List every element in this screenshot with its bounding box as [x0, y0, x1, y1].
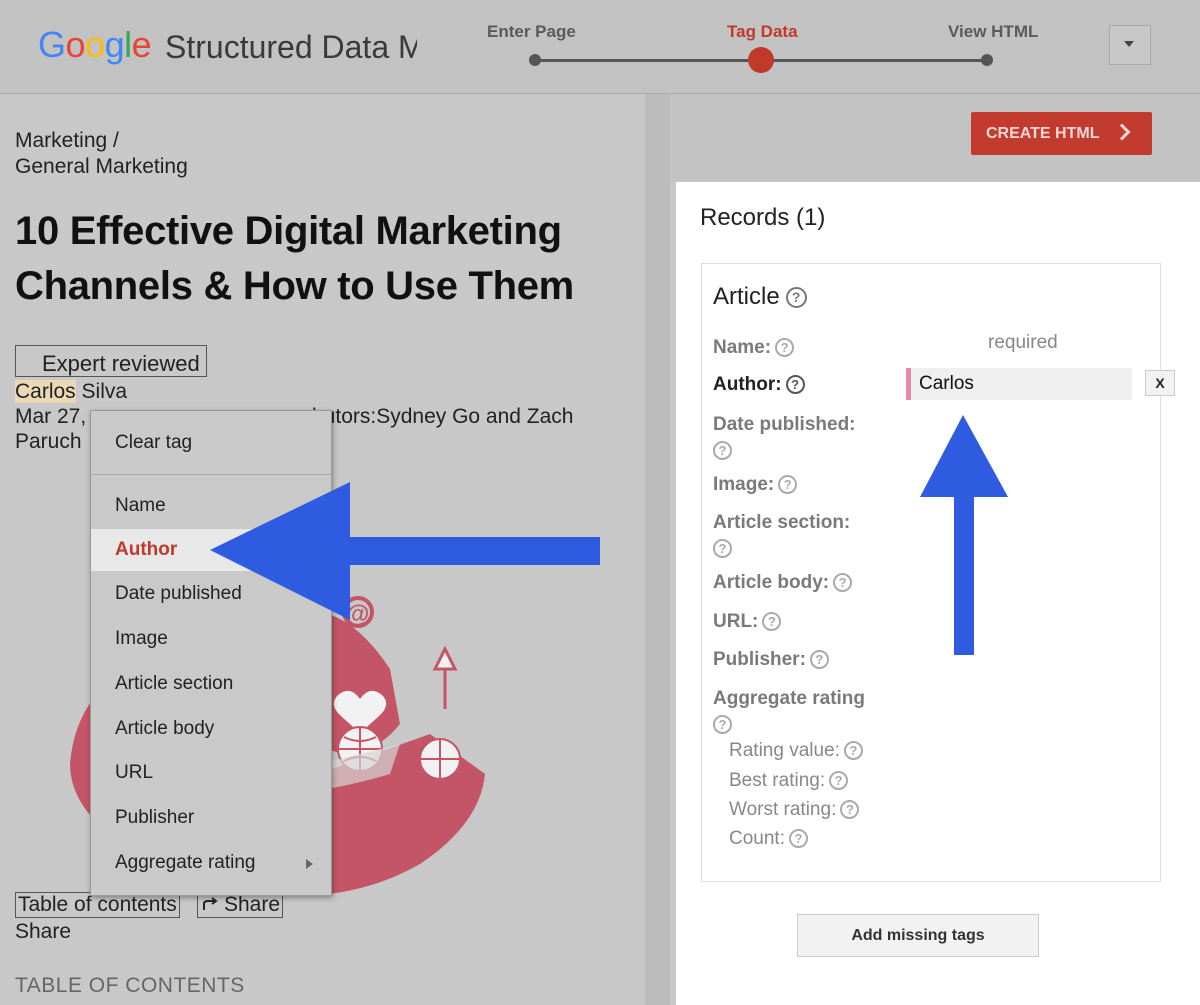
google-logo: Google: [38, 24, 152, 65]
step-enter-page[interactable]: Enter Page: [487, 22, 576, 42]
contributors-fragment[interactable]: butors:Sydney Go and Zach: [312, 404, 574, 430]
create-html-label: CREATE HTML: [986, 125, 1100, 142]
record-type-title: Article?: [713, 283, 807, 311]
share-icon: [203, 897, 218, 910]
step-tag-data[interactable]: Tag Data: [727, 22, 798, 42]
menu-date-published[interactable]: Date published: [91, 573, 331, 615]
field-image-label: Image:: [713, 474, 775, 495]
article-title-line1[interactable]: 10 Effective Digital Marketing: [15, 204, 645, 259]
field-article-section-label: Article section:: [713, 512, 851, 533]
menu-separator: [91, 474, 331, 475]
menu-clear-tag[interactable]: Clear tag: [91, 422, 331, 464]
options-dropdown[interactable]: [1109, 25, 1151, 65]
field-article-body: Article body:?: [713, 570, 853, 596]
tag-context-menu: Clear tag Name Author Date published Ima…: [90, 410, 332, 896]
field-date-published-label: Date published:: [713, 414, 856, 435]
help-icon[interactable]: ?: [809, 650, 829, 670]
field-rating-value-label: Rating value:: [729, 740, 840, 761]
help-icon[interactable]: ?: [762, 612, 782, 632]
field-url-label: URL:: [713, 611, 759, 632]
chevron-right-icon: [1113, 123, 1131, 141]
app-header: Google Structured Data Markup Helper Ent…: [0, 0, 1200, 94]
chevron-down-icon: [1124, 41, 1134, 47]
article-title[interactable]: 10 Effective Digital Marketing Channels …: [15, 204, 645, 314]
field-rating-value: Rating value:?: [729, 738, 863, 764]
field-publisher-label: Publisher:: [713, 649, 806, 670]
field-article-body-label: Article body:: [713, 572, 830, 593]
help-icon[interactable]: ?: [713, 539, 732, 559]
menu-article-body[interactable]: Article body: [91, 708, 331, 750]
step-progress: Enter Page Tag Data View HTML: [475, 20, 1055, 80]
field-date-published: Date published:?: [713, 412, 856, 464]
help-icon[interactable]: ?: [775, 338, 795, 358]
help-icon[interactable]: ?: [788, 829, 808, 849]
help-icon[interactable]: ?: [833, 573, 853, 593]
menu-image[interactable]: Image: [91, 618, 331, 660]
remove-author-button[interactable]: X: [1145, 370, 1175, 396]
author-byline[interactable]: Carlos Silva: [15, 379, 127, 405]
breadcrumb-marketing[interactable]: Marketing /: [15, 128, 188, 154]
menu-name[interactable]: Name: [91, 485, 331, 527]
share-button-label: Share: [224, 893, 281, 916]
menu-url[interactable]: URL: [91, 752, 331, 794]
field-author-label: Author:: [713, 374, 782, 395]
required-label: required: [988, 332, 1058, 353]
expert-reviewed-badge[interactable]: Expert reviewed: [15, 345, 207, 377]
field-count: Count:?: [729, 826, 808, 852]
help-icon[interactable]: ?: [785, 375, 805, 395]
record-type-label: Article: [713, 283, 780, 310]
field-count-label: Count:: [729, 828, 785, 849]
field-best-rating: Best rating:?: [729, 768, 849, 794]
field-aggregate-rating-label: Aggregate rating: [713, 688, 866, 709]
help-icon[interactable]: ?: [713, 441, 732, 461]
share-text: Share: [15, 920, 72, 943]
add-missing-tags-button[interactable]: Add missing tags: [797, 914, 1039, 957]
field-url: URL:?: [713, 609, 782, 635]
publish-date-fragment[interactable]: Mar 27,: [15, 404, 86, 430]
field-image: Image:?: [713, 472, 798, 498]
help-icon[interactable]: ?: [785, 287, 807, 309]
help-icon[interactable]: ?: [829, 771, 849, 791]
author-value[interactable]: Carlos: [906, 368, 1132, 400]
breadcrumb-general-marketing[interactable]: General Marketing: [15, 154, 188, 180]
step-dot-view-html[interactable]: [981, 54, 993, 66]
menu-author[interactable]: Author: [91, 529, 331, 571]
field-name: Name:?: [713, 335, 795, 361]
author-highlight[interactable]: Carlos: [15, 380, 76, 403]
field-worst-rating-label: Worst rating:: [729, 799, 837, 820]
menu-article-section[interactable]: Article section: [91, 663, 331, 705]
field-name-label: Name:: [713, 337, 772, 358]
svg-text:@: @: [346, 601, 369, 628]
help-icon[interactable]: ?: [713, 715, 732, 735]
help-icon[interactable]: ?: [840, 800, 860, 820]
toc-heading: TABLE OF CONTENTS: [15, 974, 245, 997]
field-worst-rating: Worst rating:?: [729, 797, 860, 823]
step-dot-enter-page[interactable]: [529, 54, 541, 66]
menu-publisher[interactable]: Publisher: [91, 797, 331, 839]
step-view-html[interactable]: View HTML: [948, 22, 1038, 42]
records-title: Records (1): [700, 204, 826, 231]
field-article-section: Article section:?: [713, 510, 850, 562]
submenu-arrow-icon: [306, 859, 313, 869]
menu-aggregate-rating[interactable]: Aggregate rating: [91, 842, 331, 884]
help-icon[interactable]: ?: [843, 741, 863, 761]
field-aggregate-rating: Aggregate rating?: [713, 686, 865, 738]
product-name: Structured Data Markup Helper: [165, 29, 417, 65]
field-author: Author:?: [713, 372, 805, 398]
step-dot-tag-data[interactable]: [748, 47, 774, 73]
author-last-name[interactable]: Silva: [76, 380, 128, 403]
field-publisher: Publisher:?: [713, 647, 829, 673]
menu-aggregate-rating-label: Aggregate rating: [115, 852, 256, 873]
panel-divider: [645, 94, 670, 1005]
article-title-line2[interactable]: Channels & How to Use Them: [15, 259, 645, 314]
create-html-button[interactable]: CREATE HTML: [971, 112, 1152, 155]
help-icon[interactable]: ?: [778, 475, 798, 495]
contributors-line2[interactable]: Paruch: [15, 429, 82, 455]
field-best-rating-label: Best rating:: [729, 770, 826, 791]
breadcrumb: Marketing / General Marketing: [15, 128, 188, 180]
